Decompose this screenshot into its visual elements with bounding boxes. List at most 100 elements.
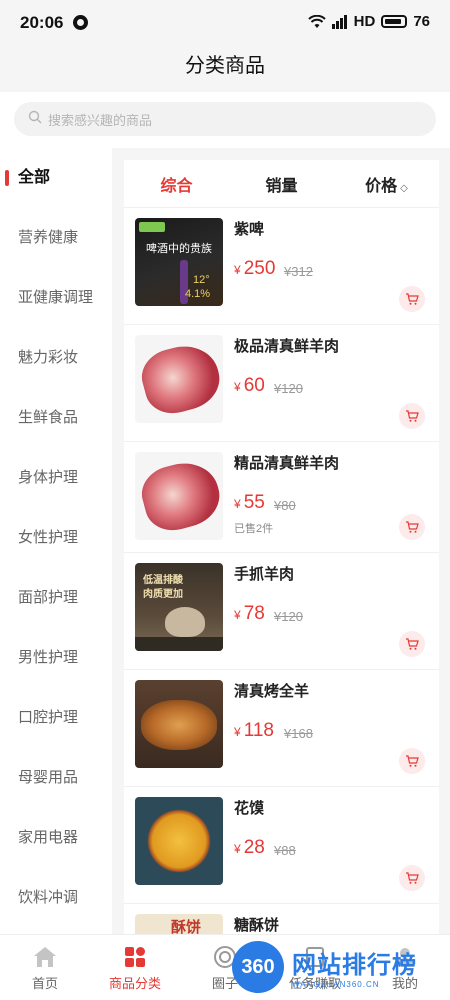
product-image-lamb[interactable] bbox=[135, 335, 223, 423]
product-name: 紫啤 bbox=[234, 221, 265, 238]
battery-level: 76 bbox=[413, 13, 430, 30]
price-value: 55 bbox=[243, 492, 265, 513]
watermark-logo: 360 网站排行榜 WANGZHAN360.CN bbox=[232, 938, 450, 996]
currency-symbol: ¥ bbox=[234, 263, 241, 277]
tab-home-label: 首页 bbox=[31, 976, 58, 991]
signal-icon bbox=[331, 14, 348, 29]
product-price: ¥250 bbox=[234, 258, 275, 280]
status-time: 20:06 bbox=[20, 13, 64, 32]
tab-category[interactable]: 商品分类 bbox=[90, 935, 180, 1000]
cart-icon bbox=[406, 410, 419, 422]
tab-home[interactable]: 首页 bbox=[0, 935, 90, 1000]
sort-tab-price-label: 价格 bbox=[365, 177, 398, 195]
product-image-hand-lamb[interactable]: 低温排酸 肉质更加 bbox=[135, 563, 223, 651]
add-to-cart-button[interactable] bbox=[399, 748, 425, 774]
product-name: 极品清真鲜羊肉 bbox=[234, 338, 340, 355]
product-image-roast-lamb[interactable] bbox=[135, 680, 223, 768]
sidebar-item-makeup[interactable]: 魅力彩妆 bbox=[0, 328, 112, 388]
product-item[interactable]: 清真烤全羊 ¥118 ¥168 bbox=[124, 670, 439, 787]
sort-tab-price[interactable]: 价格 ◇ bbox=[334, 172, 439, 196]
product-name: 糖酥饼 bbox=[234, 917, 280, 934]
beer-image-text: 啤酒中的贵族 bbox=[146, 243, 212, 255]
product-item[interactable]: 低温排酸 肉质更加 手抓羊肉 ¥78 ¥120 bbox=[124, 553, 439, 670]
watermark-text: 网站排行榜 WANGZHAN360.CN bbox=[292, 945, 417, 989]
tab-category-label: 商品分类 bbox=[108, 976, 161, 991]
sidebar-item-fresh-food[interactable]: 生鲜食品 bbox=[0, 388, 112, 448]
beer-degree-text: 12° bbox=[193, 274, 210, 286]
sidebar-item-men-care[interactable]: 男性护理 bbox=[0, 628, 112, 688]
add-to-cart-button[interactable] bbox=[399, 403, 425, 429]
search-input[interactable]: 搜索感兴趣的商品 bbox=[14, 102, 436, 136]
product-price: ¥28 bbox=[234, 837, 265, 859]
product-item[interactable]: 花馍 ¥28 ¥88 bbox=[124, 787, 439, 904]
cart-icon bbox=[406, 872, 419, 884]
app-notification-icon bbox=[73, 15, 88, 30]
currency-symbol: ¥ bbox=[234, 608, 241, 622]
product-old-price: ¥312 bbox=[284, 264, 313, 279]
product-name: 精品清真鲜羊肉 bbox=[234, 455, 340, 472]
sidebar-item-face-care[interactable]: 面部护理 bbox=[0, 568, 112, 628]
product-price: ¥78 bbox=[234, 603, 265, 625]
product-old-price: ¥120 bbox=[274, 381, 303, 396]
price-value: 250 bbox=[243, 258, 276, 279]
beer-abv-text: 4.1% bbox=[185, 288, 211, 300]
sort-tabs: 综合 销量 价格 ◇ bbox=[124, 160, 439, 208]
search-bar: 搜索感兴趣的商品 bbox=[0, 92, 450, 148]
price-value: 28 bbox=[243, 837, 265, 858]
product-item[interactable]: 极品清真鲜羊肉 ¥60 ¥120 bbox=[124, 325, 439, 442]
category-icon bbox=[90, 945, 180, 969]
sort-tab-default[interactable]: 综合 bbox=[124, 172, 229, 196]
sort-tab-sales-label: 销量 bbox=[265, 177, 298, 195]
network-type: HD bbox=[353, 13, 376, 30]
sort-tab-default-label: 综合 bbox=[160, 177, 193, 195]
search-icon bbox=[28, 110, 42, 129]
product-item[interactable]: 酥饼 糖酥饼 bbox=[124, 904, 439, 934]
sidebar-item-subhealth[interactable]: 亚健康调理 bbox=[0, 268, 112, 328]
currency-symbol: ¥ bbox=[234, 842, 241, 856]
search-placeholder: 搜索感兴趣的商品 bbox=[48, 112, 153, 128]
price-value: 78 bbox=[243, 603, 265, 624]
cart-icon bbox=[406, 755, 419, 767]
product-price: ¥60 bbox=[234, 375, 265, 397]
currency-symbol: ¥ bbox=[234, 380, 241, 394]
sort-tab-sales[interactable]: 销量 bbox=[229, 172, 334, 196]
product-panel: 综合 销量 价格 ◇ 啤酒中的贵族 12° 4.1% 紫啤 ¥250 ¥312 极… bbox=[124, 160, 439, 934]
hand-lamb-image-text-2: 肉质更加 bbox=[143, 589, 183, 600]
product-old-price: ¥168 bbox=[284, 726, 313, 741]
sidebar-item-feminine-care[interactable]: 女性护理 bbox=[0, 508, 112, 568]
category-sidebar: 全部 营养健康 亚健康调理 魅力彩妆 生鲜食品 身体护理 女性护理 面部护理 男… bbox=[0, 148, 112, 934]
add-to-cart-button[interactable] bbox=[399, 865, 425, 891]
sidebar-item-all[interactable]: 全部 bbox=[0, 148, 112, 208]
sort-diamond-icon: ◇ bbox=[400, 182, 408, 194]
sidebar-item-beverages[interactable]: 饮料冲调 bbox=[0, 868, 112, 928]
cart-icon bbox=[406, 638, 419, 650]
sugar-cake-image-text: 酥饼 bbox=[171, 919, 202, 934]
page-title: 分类商品 bbox=[185, 55, 265, 77]
add-to-cart-button[interactable] bbox=[399, 286, 425, 312]
product-image-flower-bun[interactable] bbox=[135, 797, 223, 885]
product-item[interactable]: 精品清真鲜羊肉 ¥55 ¥80 已售2件 bbox=[124, 442, 439, 553]
watermark-title: 网站排行榜 bbox=[292, 952, 417, 979]
sidebar-item-appliances[interactable]: 家用电器 bbox=[0, 808, 112, 868]
status-bar: 20:06 HD 76 bbox=[0, 0, 450, 44]
product-item[interactable]: 啤酒中的贵族 12° 4.1% 紫啤 ¥250 ¥312 bbox=[124, 208, 439, 325]
add-to-cart-button[interactable] bbox=[399, 514, 425, 540]
product-image-beer[interactable]: 啤酒中的贵族 12° 4.1% bbox=[135, 218, 223, 306]
home-icon bbox=[0, 945, 90, 969]
sold-count: 已售2件 bbox=[234, 523, 274, 535]
product-image-sugar-cake[interactable]: 酥饼 bbox=[135, 914, 223, 934]
watermark-subtitle: WANGZHAN360.CN bbox=[292, 980, 380, 989]
header: 分类商品 bbox=[0, 44, 450, 92]
currency-symbol: ¥ bbox=[234, 725, 241, 739]
product-old-price: ¥120 bbox=[274, 609, 303, 624]
product-name: 手抓羊肉 bbox=[234, 566, 295, 583]
product-image-lamb[interactable] bbox=[135, 452, 223, 540]
currency-symbol: ¥ bbox=[234, 497, 241, 511]
sidebar-item-baby[interactable]: 母婴用品 bbox=[0, 748, 112, 808]
add-to-cart-button[interactable] bbox=[399, 631, 425, 657]
product-name: 清真烤全羊 bbox=[234, 683, 310, 700]
product-old-price: ¥88 bbox=[274, 843, 296, 858]
sidebar-item-body-care[interactable]: 身体护理 bbox=[0, 448, 112, 508]
sidebar-item-nutrition[interactable]: 营养健康 bbox=[0, 208, 112, 268]
sidebar-item-oral-care[interactable]: 口腔护理 bbox=[0, 688, 112, 748]
